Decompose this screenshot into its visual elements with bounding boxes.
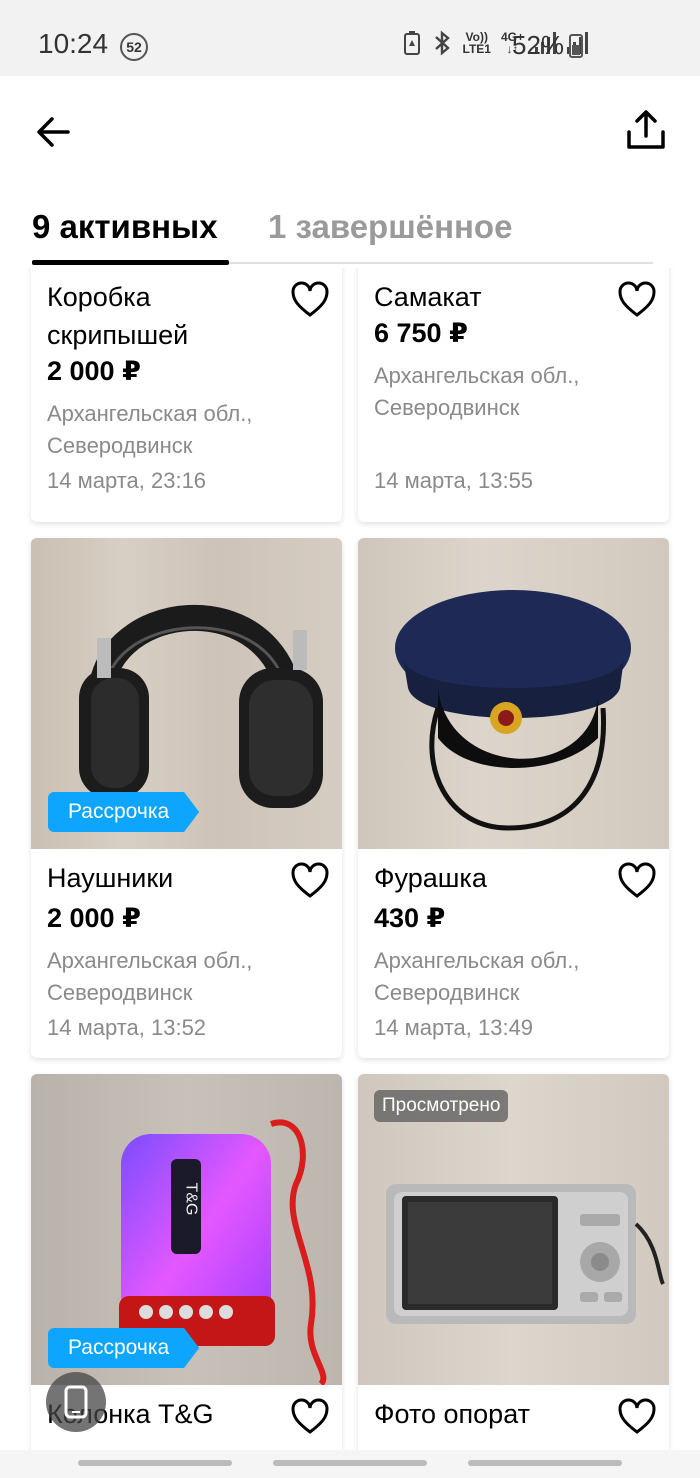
app-header xyxy=(0,76,700,186)
heart-icon[interactable] xyxy=(290,1397,330,1435)
listing-card[interactable]: Самакат 6 750 ₽ Архангельская обл., Севе… xyxy=(358,268,669,522)
listing-date: 14 марта, 13:55 xyxy=(374,468,534,493)
share-upload-icon[interactable] xyxy=(624,108,668,152)
listing-title[interactable]: Фото опорат xyxy=(374,1395,604,1433)
listing-card[interactable]: Фурашка 430 ₽ Архангельская обл., Северо… xyxy=(358,538,669,1058)
tab-indicator xyxy=(32,260,229,265)
listing-title[interactable]: Коробка скрипышей xyxy=(47,278,277,354)
nav-gesture-right[interactable] xyxy=(468,1460,622,1466)
listing-price: 430 ₽ xyxy=(374,903,446,933)
arrow-left-icon[interactable] xyxy=(32,110,76,154)
listing-photo[interactable]: Просмотрено xyxy=(358,1074,669,1385)
tab-finished-listings[interactable]: 1 завершённое xyxy=(268,208,512,246)
tab-divider xyxy=(229,262,653,264)
listing-card[interactable]: Коробка скрипышей 2 000 ₽ Архангельская … xyxy=(31,268,342,522)
listing-tabs: 9 активных 1 завершённое xyxy=(0,196,700,268)
nav-gesture-left[interactable] xyxy=(78,1460,232,1466)
battery-saver-icon xyxy=(403,31,420,55)
status-time: 10:24 xyxy=(38,28,109,59)
listing-title[interactable]: Наушники xyxy=(47,859,277,897)
installment-badge: Рассрочка xyxy=(48,1328,200,1368)
heart-icon[interactable] xyxy=(617,861,657,899)
notification-count-badge: 52 xyxy=(120,33,148,61)
speaker-brand-text: T&G xyxy=(182,1182,200,1216)
status-bar: 10:24 52 Vo)) LTE1 4G+ ↓↑ 52% xyxy=(0,0,700,76)
listing-price: 6 750 ₽ xyxy=(374,318,468,348)
heart-icon[interactable] xyxy=(290,280,330,318)
nav-gesture-home[interactable] xyxy=(273,1460,427,1466)
lte-label: LTE1 xyxy=(462,42,491,56)
listing-title[interactable]: Самакат xyxy=(374,278,604,316)
listing-price: 2 000 ₽ xyxy=(47,356,141,386)
listing-date: 14 марта, 13:49 xyxy=(374,1015,534,1040)
listing-date: 14 марта, 13:52 xyxy=(47,1015,207,1040)
phone-icon xyxy=(64,1385,88,1419)
cap-image xyxy=(395,590,631,831)
listing-photo[interactable]: Рассрочка xyxy=(31,538,342,849)
system-nav-bar xyxy=(0,1450,700,1478)
listing-price: 2 000 ₽ xyxy=(47,903,141,933)
listing-title[interactable]: Фурашка xyxy=(374,859,604,897)
heart-icon[interactable] xyxy=(617,1397,657,1435)
heart-icon[interactable] xyxy=(290,861,330,899)
listings-grid: Коробка скрипышей 2 000 ₽ Архангельская … xyxy=(0,268,700,1450)
listing-location: Архангельская обл., Северодвинск xyxy=(47,401,253,458)
tab-active-listings[interactable]: 9 активных xyxy=(32,208,218,246)
phone-floating-button[interactable] xyxy=(46,1372,106,1432)
listing-location: Архангельская обл., Северодвинск xyxy=(47,948,253,1005)
volte-indicator: Vo)) LTE1 xyxy=(463,31,491,55)
listing-location: Архангельская обл., Северодвинск xyxy=(374,948,580,1005)
installment-badge: Рассрочка xyxy=(48,792,200,832)
battery-icon xyxy=(569,34,583,58)
listing-photo[interactable]: T&G Рассрочка xyxy=(31,1074,342,1385)
battery-percent: 52% xyxy=(512,30,565,60)
listing-date: 14 марта, 23:16 xyxy=(47,468,207,493)
listing-location: Архангельская обл., Северодвинск xyxy=(374,363,580,420)
bluetooth-icon xyxy=(434,30,450,56)
listing-photo[interactable] xyxy=(358,538,669,849)
viewed-badge: Просмотрено xyxy=(374,1090,509,1122)
listing-card[interactable]: Рассрочка Наушники 2 000 ₽ Архангельская… xyxy=(31,538,342,1058)
heart-icon[interactable] xyxy=(617,280,657,318)
listing-card[interactable]: Просмотрено Фото опорат xyxy=(358,1074,669,1450)
